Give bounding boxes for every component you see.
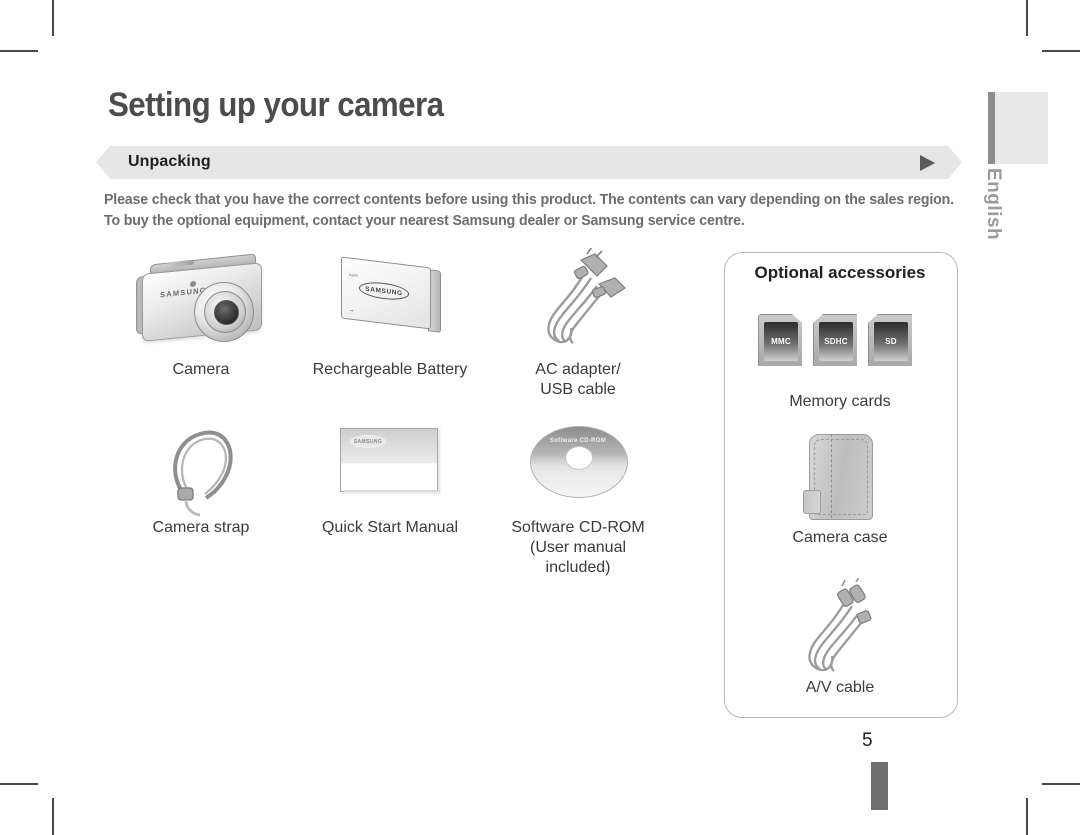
item-av-cable-caption: A/V cable — [805, 679, 875, 696]
memory-card-mmc-label: MMC — [771, 337, 791, 346]
item-software-cd: Software CD-ROM Software CD-ROM (User ma… — [498, 418, 658, 578]
crop-mark-bottom-right-horizontal — [1042, 783, 1080, 785]
optional-accessories-title: Optional accessories — [754, 263, 926, 282]
manual-shadow — [344, 490, 440, 495]
language-tab-block — [988, 92, 1048, 164]
cd-center-hole — [565, 446, 593, 470]
memory-card-mmc-face: MMC — [764, 322, 798, 361]
intro-line-2: To buy the optional equipment, contact y… — [104, 213, 745, 229]
camera-illustration: SAMSUNG — [128, 248, 274, 360]
crop-mark-bottom-right-vertical — [1026, 798, 1028, 835]
play-arrow-icon — [920, 155, 935, 171]
camera-case-stitching — [814, 439, 868, 515]
language-tab-label: English — [983, 168, 1004, 241]
av-cable-svg — [808, 578, 872, 672]
battery-illustration: ≡≡≡ SAMSUNG ▪▪ — [325, 248, 455, 360]
memory-card-sd: SD — [868, 314, 912, 366]
intro-line-1: Please check that you have the correct c… — [104, 192, 954, 208]
memory-card-sdhc: SDHC — [813, 314, 857, 366]
camera-case-flap-line — [831, 434, 832, 518]
crop-mark-top-left-vertical — [52, 0, 54, 36]
item-ac-adapter-caption2: USB cable — [540, 381, 616, 398]
item-battery: ≡≡≡ SAMSUNG ▪▪ Rechargeable Battery — [300, 248, 480, 380]
av-cable-illustration — [780, 578, 900, 678]
crop-mark-top-right-horizontal — [1042, 50, 1080, 52]
item-quick-start-manual: SAMSUNG Quick Start Manual — [300, 418, 480, 538]
memory-card-sdhc-face: SDHC — [819, 322, 853, 361]
memory-cards-caption: Memory cards — [789, 393, 891, 410]
ac-adapter-illustration — [513, 248, 643, 360]
item-camera: SAMSUNG Camera — [120, 248, 282, 380]
item-camera-case: Camera case — [724, 428, 956, 548]
camera-strap-illustration — [128, 418, 274, 518]
page-number-bar — [871, 762, 888, 810]
camera-case-tab — [803, 490, 821, 514]
memory-card-sd-face: SD — [874, 322, 908, 361]
item-software-cd-caption2: (User manual included) — [529, 539, 627, 576]
camera-lens-glass — [214, 300, 239, 325]
item-ac-adapter-caption: AC adapter/ — [535, 361, 621, 378]
battery-contacts: ≡≡≡ — [349, 272, 358, 280]
cd-illustration: Software CD-ROM — [518, 418, 638, 518]
item-software-cd-caption: Software CD-ROM — [511, 519, 645, 536]
banner-shape — [96, 146, 962, 179]
intro-paragraph: Please check that you have the correct c… — [104, 190, 954, 232]
page-number: 5 — [862, 730, 873, 751]
item-battery-caption: Rechargeable Battery — [312, 361, 468, 378]
camera-strap-svg — [173, 430, 233, 517]
item-quick-start-manual-caption: Quick Start Manual — [321, 519, 459, 536]
manual-illustration: SAMSUNG — [330, 418, 450, 518]
page-title: Setting up your camera — [108, 86, 444, 124]
item-camera-case-caption: Camera case — [792, 529, 888, 546]
item-camera-caption: Camera — [172, 361, 230, 378]
crop-mark-top-left-horizontal — [0, 50, 38, 52]
item-camera-strap: Camera strap — [120, 418, 282, 538]
crop-mark-bottom-left-vertical — [52, 798, 54, 835]
camera-case-illustration — [789, 428, 891, 528]
memory-card-sdhc-label: SDHC — [824, 337, 848, 346]
language-tab-bar — [988, 92, 995, 164]
memory-cards-caption-wrap: Memory cards — [724, 392, 956, 412]
crop-mark-bottom-left-horizontal — [0, 783, 38, 785]
cd-label-text: Software CD-ROM — [549, 438, 607, 444]
crop-mark-top-right-vertical — [1026, 0, 1028, 36]
ac-adapter-svg — [547, 248, 626, 344]
memory-card-sd-label: SD — [885, 337, 897, 346]
item-ac-adapter: AC adapter/ USB cable — [498, 248, 658, 400]
manual-brand-logo: SAMSUNG — [350, 435, 386, 448]
item-camera-strap-caption: Camera strap — [152, 519, 250, 536]
battery-label-text: ▪▪ — [350, 307, 354, 314]
section-banner: Unpacking — [96, 146, 962, 179]
item-av-cable: A/V cable — [724, 578, 956, 698]
section-title: Unpacking — [128, 153, 211, 170]
memory-card-mmc: MMC — [758, 314, 802, 366]
